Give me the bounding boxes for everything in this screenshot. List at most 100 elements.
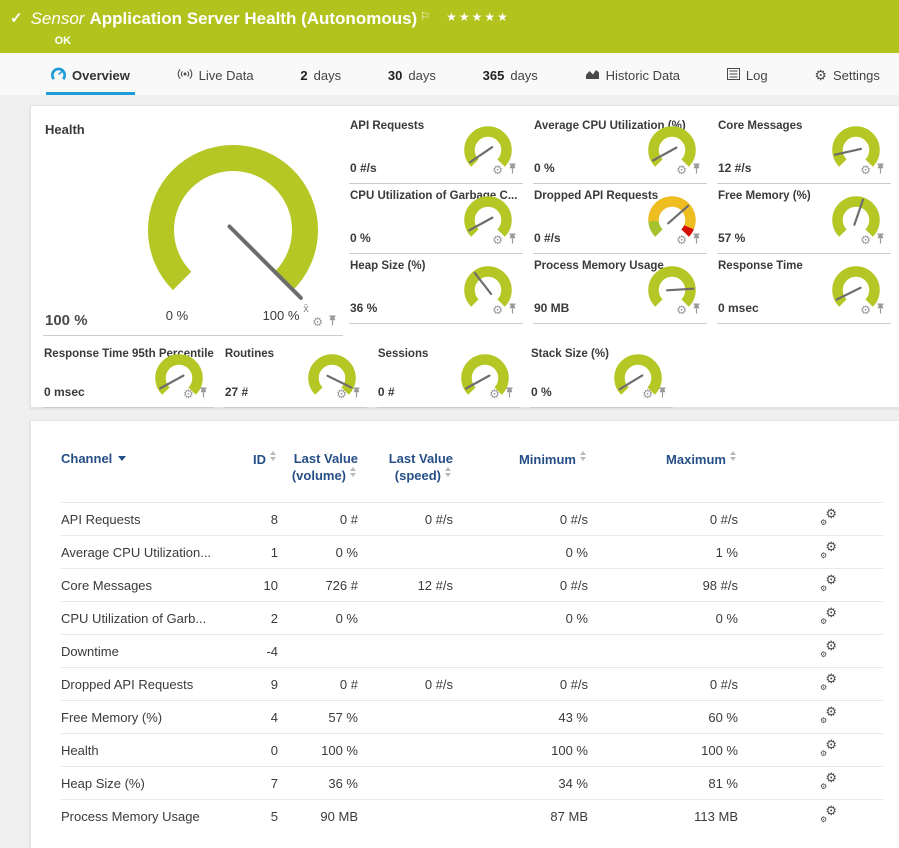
flag-icon[interactable]: ⚐ bbox=[420, 11, 430, 23]
channel-row-heap-size[interactable]: Heap Size (%)736 %34 %81 %⚙⚙ bbox=[61, 767, 883, 800]
gear-icon[interactable]: ⚙ bbox=[676, 164, 687, 176]
maximum-value: 60 % bbox=[588, 701, 738, 734]
channel-row-core-messages[interactable]: Core Messages10726 #12 #/s0 #/s98 #/s⚙⚙ bbox=[61, 569, 883, 602]
channels-table: ChannelIDLast Value(volume)Last Value(sp… bbox=[61, 447, 883, 833]
channel-name: Dropped API Requests bbox=[61, 668, 233, 701]
channel-row-api-requests[interactable]: API Requests80 #0 #/s0 #/s0 #/s⚙⚙ bbox=[61, 503, 883, 536]
gear-icon[interactable]: ⚙ bbox=[336, 388, 347, 400]
channel-settings-icon[interactable]: ⚙⚙ bbox=[820, 609, 837, 625]
column-header-last-value-volume[interactable]: Last Value(volume) bbox=[278, 447, 358, 503]
column-header-channel[interactable]: Channel bbox=[61, 447, 233, 503]
channel-row-average-cpu-utilization[interactable]: Average CPU Utilization...10 %0 %1 %⚙⚙ bbox=[61, 536, 883, 569]
gauge-value: 0 % bbox=[534, 161, 555, 175]
gauge-tile-api-requests: API Requests0 #/s⚙ bbox=[349, 114, 523, 184]
gauge-tile-heap-size: Heap Size (%)36 %⚙ bbox=[349, 254, 523, 324]
gauge-tile-cpu-utilization-of-garbage-c: CPU Utilization of Garbage C...0 %⚙ bbox=[349, 184, 523, 254]
channel-settings-icon[interactable]: ⚙⚙ bbox=[820, 774, 837, 790]
tab-live-data[interactable]: Live Data bbox=[172, 59, 259, 95]
gauge-value: 0 % bbox=[531, 385, 552, 399]
maximum-value: 113 MB bbox=[588, 800, 738, 833]
tab-log[interactable]: Log bbox=[722, 59, 773, 95]
column-header-maximum[interactable]: Maximum bbox=[588, 447, 738, 503]
priority-stars[interactable]: ★★★★★ bbox=[446, 10, 510, 24]
minimum-value: 100 % bbox=[453, 734, 588, 767]
pin-icon[interactable] bbox=[876, 161, 885, 179]
tab-bar: Overview Live Data 2days 30days 365days Histo… bbox=[0, 53, 899, 95]
gear-icon[interactable]: ⚙ bbox=[492, 304, 503, 316]
channel-settings-icon[interactable]: ⚙⚙ bbox=[820, 675, 837, 691]
minimum-value: 0 % bbox=[453, 602, 588, 635]
channel-settings-icon[interactable]: ⚙⚙ bbox=[820, 510, 837, 526]
pin-icon[interactable] bbox=[658, 385, 667, 403]
pin-icon[interactable] bbox=[692, 231, 701, 249]
tab-30-days[interactable]: 30days bbox=[383, 59, 441, 95]
column-header-last-value-speed[interactable]: Last Value(speed) bbox=[358, 447, 453, 503]
gear-icon[interactable]: ⚙ bbox=[676, 234, 687, 246]
pin-icon[interactable] bbox=[352, 385, 361, 403]
maximum-value: 0 #/s bbox=[588, 503, 738, 536]
gear-icon[interactable]: ⚙ bbox=[676, 304, 687, 316]
channel-row-process-memory-usage[interactable]: Process Memory Usage590 MB87 MB113 MB⚙⚙ bbox=[61, 800, 883, 833]
channel-row-downtime[interactable]: Downtime-4⚙⚙ bbox=[61, 635, 883, 668]
last-value-volume: 57 % bbox=[278, 701, 358, 734]
gear-icon[interactable]: ⚙ bbox=[492, 164, 503, 176]
gauge-grid: API Requests0 #/s⚙Average CPU Utilizatio… bbox=[349, 114, 891, 324]
channel-settings-icon[interactable]: ⚙⚙ bbox=[820, 741, 837, 757]
overview-gauge-icon bbox=[51, 67, 66, 84]
tab-historic-data[interactable]: Historic Data bbox=[580, 59, 685, 95]
gear-icon[interactable]: ⚙ bbox=[489, 388, 500, 400]
gauge-tile-process-memory-usage: Process Memory Usage90 MB⚙ bbox=[533, 254, 707, 324]
channel-row-dropped-api-requests[interactable]: Dropped API Requests90 #0 #/s0 #/s0 #/s⚙… bbox=[61, 668, 883, 701]
gear-icon[interactable]: ⚙ bbox=[860, 304, 871, 316]
minimum-value: 34 % bbox=[453, 767, 588, 800]
gauge-value: 27 # bbox=[225, 385, 248, 399]
channel-row-free-memory[interactable]: Free Memory (%)457 %43 %60 %⚙⚙ bbox=[61, 701, 883, 734]
gear-icon[interactable]: ⚙ bbox=[492, 234, 503, 246]
tab-label: Settings bbox=[833, 68, 880, 83]
sensor-status-text: OK bbox=[55, 35, 510, 47]
sensor-title: Application Server Health (Autonomous) bbox=[89, 9, 417, 28]
pin-icon[interactable] bbox=[505, 385, 514, 403]
channel-row-cpu-utilization-of-garb[interactable]: CPU Utilization of Garb...20 %0 %0 %⚙⚙ bbox=[61, 602, 883, 635]
tab-label: days bbox=[314, 68, 341, 83]
channel-row-health[interactable]: Health0100 %100 %100 %⚙⚙ bbox=[61, 734, 883, 767]
gear-icon[interactable]: ⚙ bbox=[312, 316, 323, 328]
pin-icon[interactable] bbox=[328, 313, 337, 331]
gauge-value: 100 % bbox=[45, 312, 88, 329]
channel-name: Process Memory Usage bbox=[61, 800, 233, 833]
sort-arrows-icon bbox=[730, 451, 738, 461]
column-header-minimum[interactable]: Minimum bbox=[453, 447, 588, 503]
gauge-tile-dropped-api-requests: Dropped API Requests0 #/s⚙ bbox=[533, 184, 707, 254]
pin-icon[interactable] bbox=[508, 231, 517, 249]
last-value-volume: 0 # bbox=[278, 503, 358, 536]
tab-365-days[interactable]: 365days bbox=[478, 59, 543, 95]
sort-arrows-icon bbox=[580, 451, 588, 461]
pin-icon[interactable] bbox=[508, 301, 517, 319]
channel-name: Heap Size (%) bbox=[61, 767, 233, 800]
channel-settings-icon[interactable]: ⚙⚙ bbox=[820, 543, 837, 559]
channel-settings-icon[interactable]: ⚙⚙ bbox=[820, 642, 837, 658]
pin-icon[interactable] bbox=[508, 161, 517, 179]
sensor-header: ✓ SensorApplication Server Health (Auton… bbox=[0, 0, 899, 53]
pin-icon[interactable] bbox=[876, 301, 885, 319]
pin-icon[interactable] bbox=[692, 161, 701, 179]
last-value-volume: 90 MB bbox=[278, 800, 358, 833]
gear-icon[interactable]: ⚙ bbox=[183, 388, 194, 400]
tab-overview[interactable]: Overview bbox=[46, 59, 135, 95]
maximum-value bbox=[588, 635, 738, 668]
tab-settings[interactable]: ⚙Settings bbox=[809, 59, 885, 95]
channel-settings-icon[interactable]: ⚙⚙ bbox=[820, 807, 837, 823]
channel-id: 1 bbox=[233, 536, 278, 569]
channel-settings-icon[interactable]: ⚙⚙ bbox=[820, 576, 837, 592]
minimum-value: 0 #/s bbox=[453, 503, 588, 536]
last-value-speed bbox=[358, 734, 453, 767]
gear-icon[interactable]: ⚙ bbox=[642, 388, 653, 400]
column-header-id[interactable]: ID bbox=[233, 447, 278, 503]
channel-settings-icon[interactable]: ⚙⚙ bbox=[820, 708, 837, 724]
pin-icon[interactable] bbox=[692, 301, 701, 319]
gear-icon[interactable]: ⚙ bbox=[860, 234, 871, 246]
pin-icon[interactable] bbox=[199, 385, 208, 403]
pin-icon[interactable] bbox=[876, 231, 885, 249]
gear-icon[interactable]: ⚙ bbox=[860, 164, 871, 176]
tab-2-days[interactable]: 2days bbox=[295, 59, 346, 95]
